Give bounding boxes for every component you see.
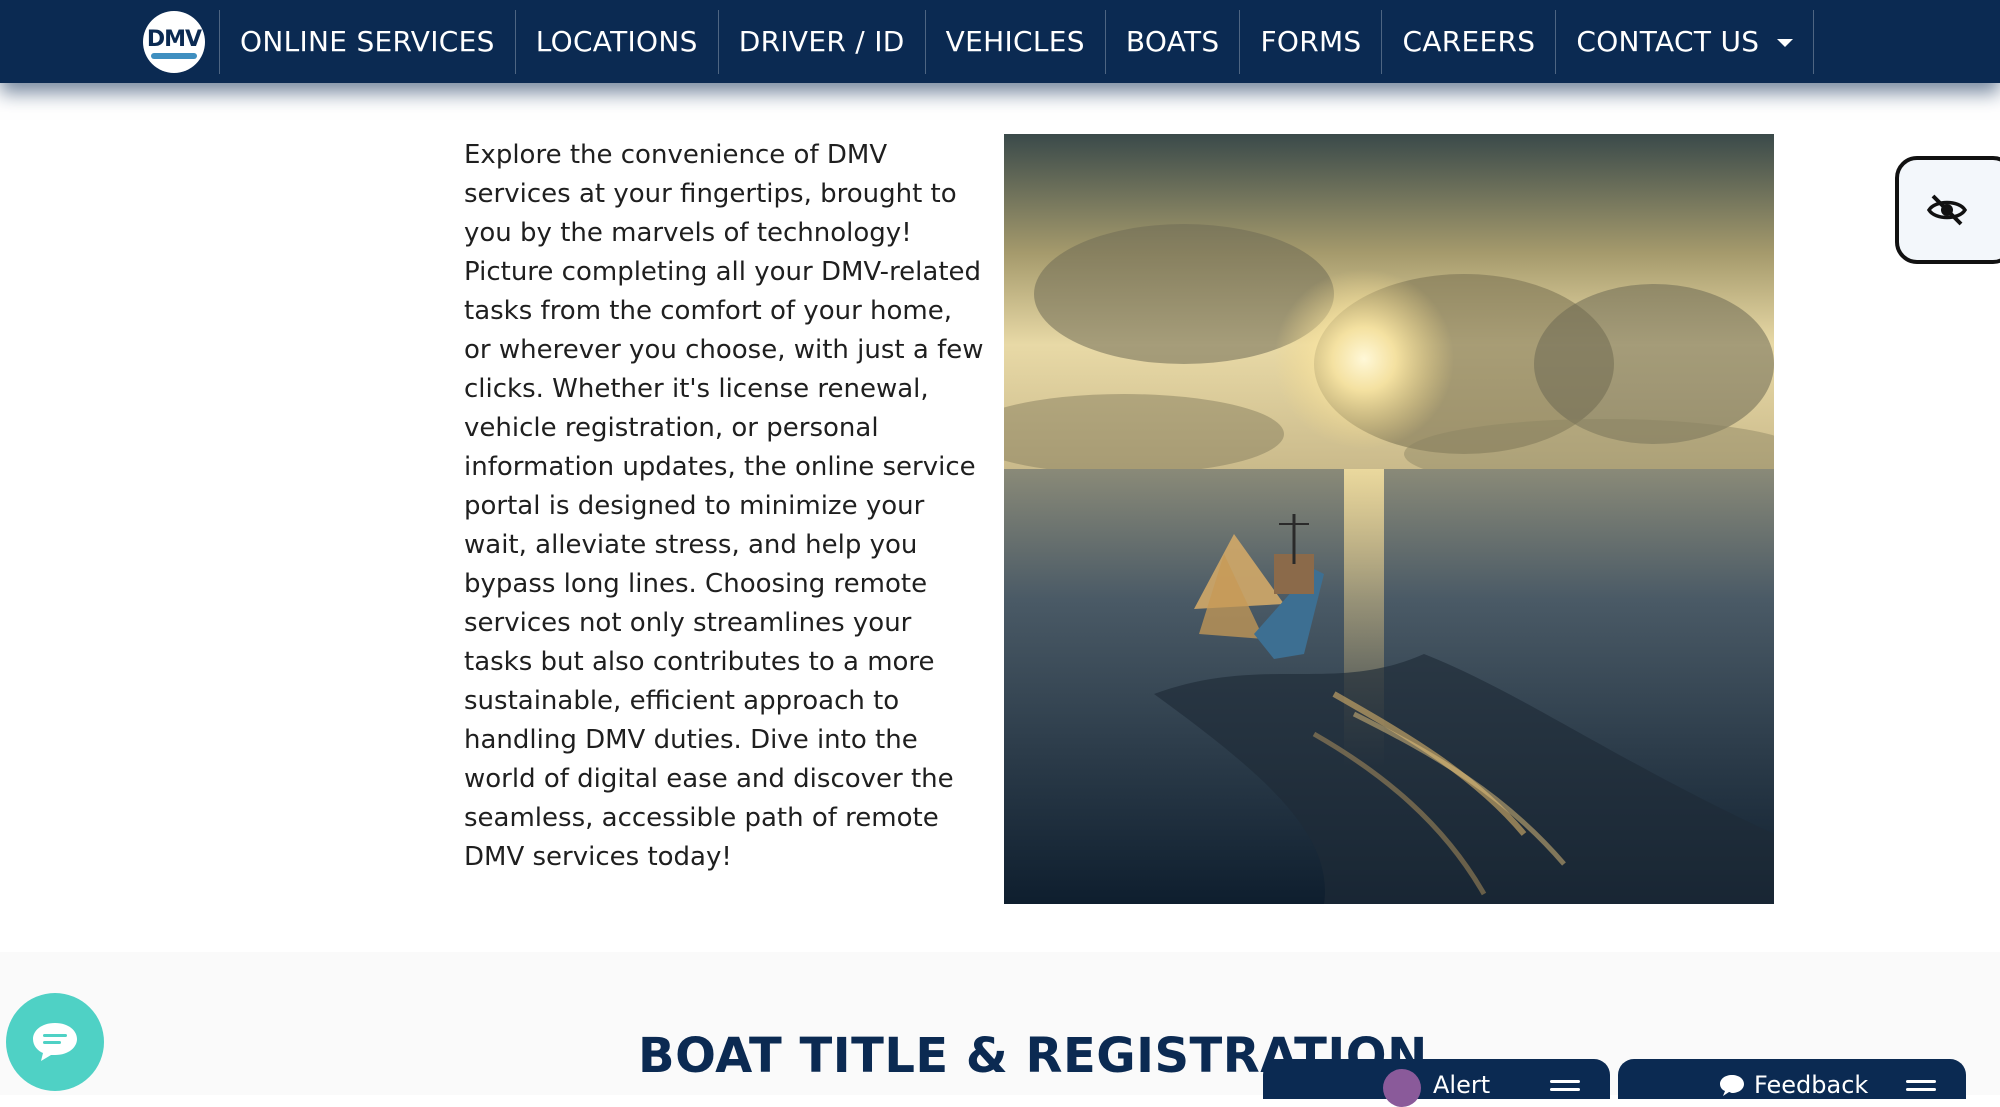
nav-item-careers[interactable]: CAREERS: [1381, 9, 1555, 74]
nav-item-boats[interactable]: BOATS: [1104, 9, 1240, 74]
nav-label: DRIVER / ID: [738, 25, 905, 58]
nav-inner: DMV ONLINE SERVICES LOCATIONS DRIVER / I…: [143, 0, 1815, 83]
eye-slash-icon: [1926, 194, 1968, 226]
nav-item-online-services[interactable]: ONLINE SERVICES: [219, 9, 515, 74]
intro-paragraph: Explore the convenience of DMV services …: [464, 140, 984, 872]
logo-wave: [151, 52, 197, 59]
nav-label: ONLINE SERVICES: [240, 25, 495, 58]
top-navbar: DMV ONLINE SERVICES LOCATIONS DRIVER / I…: [0, 0, 2000, 83]
nav-item-contact-us[interactable]: CONTACT US: [1555, 9, 1815, 74]
nav-label: CAREERS: [1402, 25, 1536, 58]
bell-icon: [1383, 1069, 1421, 1107]
alert-tab[interactable]: Alert: [1263, 1059, 1610, 1107]
nav-item-driver-id[interactable]: DRIVER / ID: [717, 9, 925, 74]
hero-image-fishing-boat: [1004, 134, 1774, 904]
dmv-logo[interactable]: DMV: [143, 10, 205, 73]
nav-label: FORMS: [1260, 25, 1362, 58]
chat-bubble-icon: [33, 1023, 77, 1061]
chat-button[interactable]: [6, 993, 104, 1091]
menu-icon[interactable]: [1550, 1080, 1580, 1096]
nav-label: VEHICLES: [945, 25, 1085, 58]
accessibility-toggle[interactable]: [1895, 156, 2000, 264]
comment-icon: [1720, 1075, 1744, 1096]
nav-item-forms[interactable]: FORMS: [1239, 9, 1381, 74]
hero-image-svg: [1004, 134, 1774, 904]
menu-icon[interactable]: [1906, 1080, 1936, 1096]
feedback-tab[interactable]: Feedback: [1618, 1059, 1966, 1099]
logo-text: DMV: [146, 27, 202, 52]
caret-down-icon: [1777, 38, 1794, 47]
nav-item-vehicles[interactable]: VEHICLES: [924, 9, 1105, 74]
nav-label: BOATS: [1125, 25, 1220, 58]
nav-item-locations[interactable]: LOCATIONS: [514, 9, 718, 74]
nav-label: CONTACT US: [1576, 25, 1760, 58]
nav-label: LOCATIONS: [535, 25, 698, 58]
